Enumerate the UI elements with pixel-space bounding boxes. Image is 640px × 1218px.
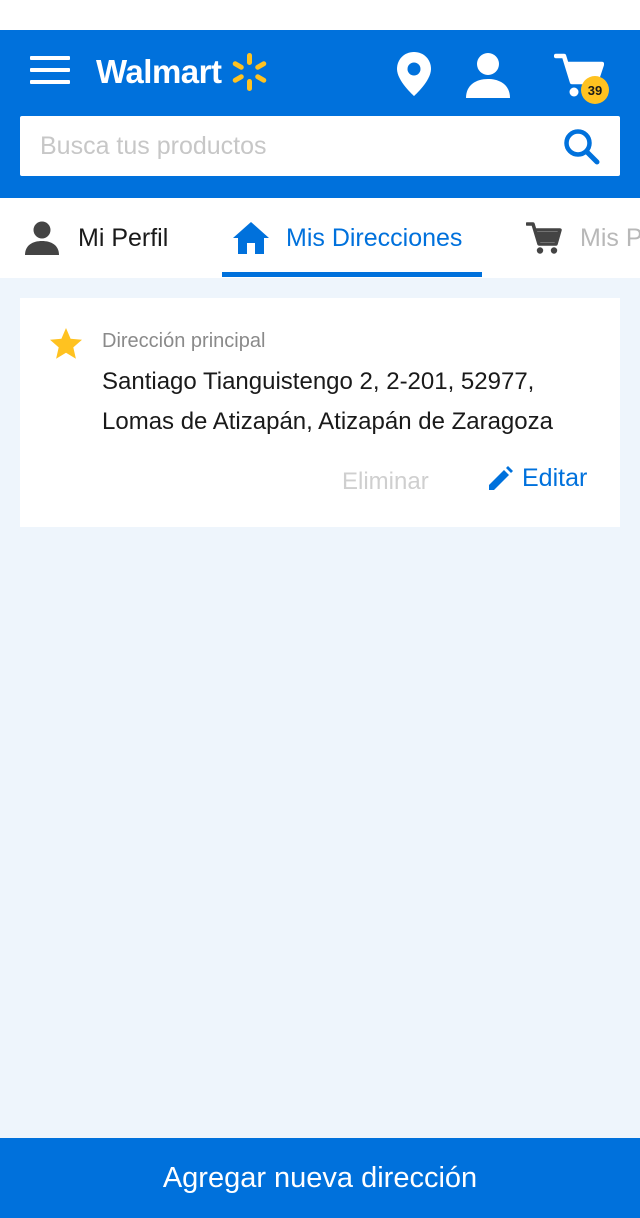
edit-button[interactable]: Editar: [486, 464, 587, 493]
star-icon: [50, 328, 82, 359]
address-card: Dirección principal Santiago Tianguisten…: [20, 298, 620, 527]
edit-label: Editar: [522, 464, 588, 492]
cart-count-badge: 39: [581, 76, 609, 104]
primary-address-label: Dirección principal: [102, 330, 266, 352]
top-header: Walmart 39 Busca tus productos: [0, 30, 640, 198]
spark-icon: [233, 53, 267, 91]
tab-mi-perfil[interactable]: Mi Perfil: [24, 198, 168, 278]
address-line: Santiago Tianguistengo 2, 2-201, 52977,: [102, 368, 535, 395]
address-line: Lomas de Atizapán, Atizapán de Zaragoza: [102, 408, 553, 435]
brand-name: Walmart: [96, 53, 222, 90]
tab-label: Mis Direcciones: [286, 223, 463, 252]
tab-mis-direcciones[interactable]: Mis Direcciones: [232, 198, 462, 278]
active-tab-indicator: [222, 272, 482, 277]
status-bar: [0, 0, 640, 30]
tab-label: Mis P: [580, 223, 640, 252]
menu-icon[interactable]: [30, 56, 70, 88]
pencil-icon: [489, 465, 513, 490]
search-input[interactable]: [20, 116, 550, 176]
add-address-button[interactable]: Agregar nueva dirección: [0, 1138, 640, 1218]
account-icon[interactable]: [464, 52, 512, 98]
walmart-logo[interactable]: Walmart: [96, 50, 269, 94]
tab-mis-pedidos[interactable]: Mis P: [526, 198, 640, 278]
delete-button[interactable]: Eliminar: [342, 468, 429, 496]
home-icon: [233, 222, 269, 254]
cart-icon: [526, 222, 562, 254]
location-icon[interactable]: [396, 52, 432, 96]
search-icon[interactable]: [562, 127, 602, 167]
tab-label: Mi Perfil: [78, 223, 169, 252]
app-root: Walmart 39 Busca tus productos Mi Perfil…: [0, 0, 640, 1218]
person-icon: [25, 221, 59, 255]
search-bar: [20, 116, 620, 176]
account-tabs: Mi Perfil Mis Direcciones Mis P: [0, 198, 640, 278]
